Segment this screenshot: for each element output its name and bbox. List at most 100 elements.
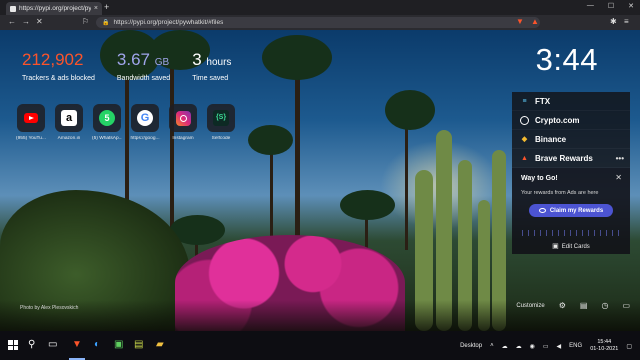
widget-ftx[interactable]: ≡ FTX (512, 92, 630, 111)
network-icon[interactable]: ▭ (543, 343, 549, 350)
menu-icon[interactable]: ≡ (624, 18, 629, 26)
volume-icon[interactable]: ◀ (557, 343, 562, 350)
widget-brave-rewards[interactable]: ▲ Brave Rewards ••• (512, 149, 630, 168)
page-favicon-icon (10, 5, 16, 12)
time-label: Time saved (192, 75, 229, 82)
desktop-toolbar[interactable]: Desktop (460, 343, 482, 349)
history-icon[interactable]: ◷ (601, 301, 608, 310)
widget-label: Binance (535, 134, 567, 144)
bandwidth-unit: GB (154, 57, 170, 68)
palm-trunk (270, 140, 273, 250)
new-tab-button[interactable]: + (104, 3, 109, 12)
taskbar-time: 15:44 (597, 339, 612, 345)
language-indicator[interactable]: ENG (569, 343, 582, 349)
ftx-icon: ≡ (522, 97, 527, 105)
close-tab-icon[interactable]: × (94, 5, 98, 12)
system-tray: Desktop ˄ ☁ ☁ ◉ ▭ ◀ ENG 15:44 01-10-2021… (460, 339, 632, 353)
stat-trackers: 212,902 Trackers & ads blocked (22, 50, 95, 82)
close-window-icon[interactable]: ✕ (628, 2, 634, 10)
widget-crypto-com[interactable]: Crypto.com (512, 111, 630, 130)
windows-taskbar: ⚲ ▭ ▼ ◐ ▣ ▤ ▰ Desktop ˄ ☁ ☁ ◉ ▭ ◀ ENG 15… (0, 331, 640, 360)
top-site-label: (5) WhatsAp... (92, 136, 122, 141)
widget-label: FTX (535, 96, 551, 106)
youtube-icon (24, 113, 38, 123)
whatsapp-icon: 5 (99, 110, 115, 126)
top-site-tile[interactable]: 5 (5) WhatsAp... (92, 104, 122, 141)
ntp-clock: 3:44 (535, 42, 598, 77)
extensions-icon[interactable]: ✱ (610, 18, 617, 26)
forward-icon[interactable]: → (22, 18, 30, 26)
palm-frond (385, 90, 435, 130)
widget-label: Crypto.com (535, 115, 580, 125)
claim-rewards-button[interactable]: Claim my Rewards (529, 204, 613, 217)
brave-browser-icon[interactable]: ▼ (72, 340, 82, 350)
address-bar[interactable]: 🔒 https://pypi.org/project/pywhatkit/#fi… (96, 17, 540, 28)
widget-stack: ≡ FTX Crypto.com ◆ Binance ▲ Brave Rewar… (512, 92, 630, 254)
top-site-label: (955) YouTu... (16, 136, 46, 141)
top-site-tile[interactable]: a Amazon.in (54, 104, 84, 141)
brave-shields-icon[interactable]: ▼ (516, 18, 524, 26)
time-value: 3 (192, 50, 202, 69)
security-icon[interactable]: ◉ (530, 343, 535, 350)
time-unit: hours (206, 57, 232, 68)
task-view-icon[interactable]: ▭ (48, 340, 57, 350)
taskbar-date: 01-10-2021 (590, 346, 619, 352)
edit-cards-button[interactable]: ▣ Edit Cards (512, 242, 630, 250)
confetti-decoration (522, 230, 620, 236)
rewards-message: Your rewards from Ads are here (521, 190, 599, 196)
more-options-icon[interactable]: ••• (616, 154, 624, 163)
customize-button[interactable]: Customize (516, 303, 544, 309)
top-site-tile[interactable]: {S} Selfcode (206, 104, 236, 141)
window-controls: — ☐ ✕ (587, 2, 634, 10)
weather-icon[interactable]: ☁ (502, 343, 508, 350)
top-site-tile[interactable]: (955) YouTu... (16, 104, 46, 141)
lock-icon[interactable]: 🔒 (102, 19, 109, 26)
edge-icon[interactable]: ◐ (94, 340, 100, 350)
browser-toolbar: ← → ✕ ⚐ 🔒 https://pypi.org/project/pywha… (0, 15, 640, 30)
brave-stats: 212,902 Trackers & ads blocked 3.67 GB B… (22, 50, 231, 82)
claim-rewards-label: Claim my Rewards (549, 207, 604, 214)
app-icon[interactable]: ▣ (114, 340, 123, 350)
palm-frond (248, 125, 293, 155)
brave-rewards-icon[interactable]: ▲ (531, 18, 539, 26)
palm-frond (262, 35, 332, 80)
edit-cards-label: Edit Cards (561, 244, 590, 250)
top-site-label: Selfcode (211, 136, 231, 141)
palm-frond (340, 190, 395, 220)
top-site-label: Instagram (172, 136, 194, 141)
instagram-icon (175, 110, 191, 126)
browser-tab[interactable]: https://pypi.org/project/pywhat... × (6, 2, 102, 15)
terminal-icon[interactable]: ▤ (134, 340, 143, 350)
windows-start-icon[interactable] (8, 340, 18, 350)
show-hidden-icons-icon[interactable]: ˄ (490, 343, 494, 349)
photo-credit[interactable]: Photo by Alex Plesovskich (20, 305, 78, 311)
close-icon[interactable]: ✕ (615, 174, 622, 182)
back-icon[interactable]: ← (8, 18, 16, 26)
notifications-icon[interactable]: ▢ (626, 343, 632, 350)
top-sites: (955) YouTu... a Amazon.in 5 (5) WhatsAp… (16, 104, 236, 141)
minimize-icon[interactable]: — (587, 2, 594, 10)
selfcode-icon: {S} (213, 110, 229, 126)
stop-loading-icon[interactable]: ✕ (36, 18, 43, 26)
brave-rewards-icon: ▲ (521, 154, 528, 162)
widget-label: Brave Rewards (535, 153, 593, 163)
widget-binance[interactable]: ◆ Binance (512, 130, 630, 149)
eye-icon (538, 208, 546, 213)
tab-bar: https://pypi.org/project/pywhat... × + —… (0, 0, 640, 15)
bookmark-icon[interactable]: ⚐ (82, 18, 89, 26)
video-call-icon[interactable]: ▭ (622, 301, 630, 310)
amazon-icon: a (61, 110, 77, 126)
settings-icon[interactable]: ⚙ (559, 301, 566, 310)
maximize-icon[interactable]: ☐ (608, 2, 614, 10)
onedrive-icon[interactable]: ☁ (516, 343, 522, 350)
bookmarks-icon[interactable]: ▤ (580, 301, 588, 310)
file-explorer-icon[interactable]: ▰ (156, 340, 164, 350)
top-site-tile[interactable]: Instagram (168, 104, 198, 141)
url-text: https://pypi.org/project/pywhatkit/#file… (113, 19, 224, 26)
top-site-tile[interactable]: G https://goog... (130, 104, 160, 141)
search-icon[interactable]: ⚲ (28, 340, 35, 350)
rewards-heading: Way to Go! (521, 175, 558, 182)
taskbar-clock[interactable]: 15:44 01-10-2021 (590, 339, 618, 353)
trackers-count: 212,902 (22, 50, 84, 69)
palm-trunk (405, 120, 408, 250)
